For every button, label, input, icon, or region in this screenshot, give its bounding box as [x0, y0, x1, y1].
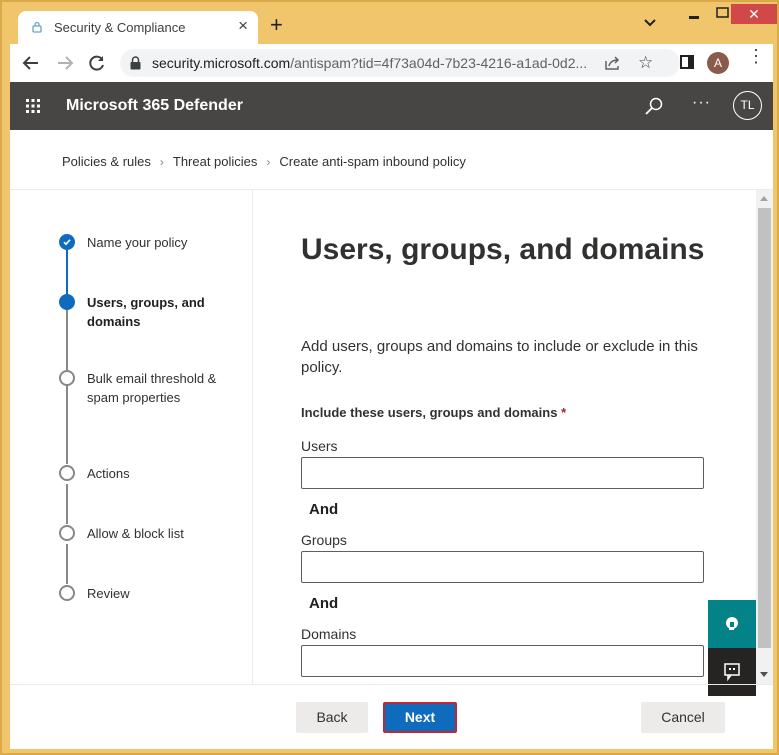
breadcrumb-policies-rules[interactable]: Policies & rules: [62, 154, 151, 169]
wizard-stepper: Name your policy Users, groups, and doma…: [10, 190, 253, 684]
next-button[interactable]: Next: [383, 702, 457, 733]
scroll-up-arrow-icon[interactable]: [760, 196, 768, 201]
step-connector: [66, 384, 68, 464]
include-section-label: Include these users, groups and domains …: [301, 405, 566, 420]
pending-step-icon: [59, 525, 75, 541]
breadcrumb-threat-policies[interactable]: Threat policies: [173, 154, 258, 169]
url-host: security.microsoft.com: [152, 55, 291, 71]
users-label: Users: [301, 438, 338, 454]
back-arrow-icon[interactable]: [22, 54, 40, 72]
back-button[interactable]: Back: [296, 702, 368, 733]
browser-tab[interactable]: Security & Compliance ×: [18, 11, 258, 44]
scroll-down-arrow-icon[interactable]: [760, 672, 768, 677]
address-bar[interactable]: security.microsoft.com/antispam?tid=4f73…: [120, 49, 680, 77]
browser-menu-icon[interactable]: ⋮: [747, 47, 765, 65]
cancel-button[interactable]: Cancel: [641, 702, 725, 733]
headset-icon: [726, 617, 738, 630]
wizard-page: Policies & rules › Threat policies › Create …: [10, 130, 773, 749]
domains-input[interactable]: [301, 645, 704, 677]
pending-step-icon: [59, 585, 75, 601]
domains-label: Domains: [301, 626, 357, 642]
page-description: Add users, groups and domains to include…: [301, 338, 698, 376]
help-support-button[interactable]: [708, 600, 756, 648]
window-close-button[interactable]: ✕: [731, 4, 777, 24]
breadcrumb-current: Create anti-spam inbound policy: [279, 154, 466, 169]
and-label: And: [309, 595, 339, 612]
browser-window: Security & Compliance × + ✕ security.mic…: [0, 0, 779, 755]
checkmark-icon: [59, 234, 75, 250]
forward-arrow-icon[interactable]: [56, 54, 74, 72]
content-scrollbar[interactable]: [756, 190, 773, 684]
step-connector: [66, 484, 68, 524]
scrollbar-thumb[interactable]: [758, 208, 771, 648]
pending-step-icon: [59, 370, 75, 386]
divider: [10, 684, 773, 685]
tab-close-button[interactable]: ×: [238, 16, 248, 36]
chevron-down-icon[interactable]: [643, 18, 657, 28]
tab-title: Security & Compliance: [54, 20, 186, 35]
search-icon[interactable]: [644, 96, 664, 116]
url-text[interactable]: security.microsoft.com/antispam?tid=4f73…: [152, 55, 587, 71]
side-panel-icon[interactable]: [680, 55, 694, 69]
current-step-icon: [59, 294, 75, 310]
lock-icon: [32, 21, 42, 33]
and-label: And: [309, 501, 339, 518]
step-label: Name your policy: [87, 235, 188, 250]
share-icon[interactable]: [604, 55, 622, 71]
step-connector: [66, 544, 68, 584]
step-label: Users, groups, and domains: [87, 295, 205, 329]
user-avatar[interactable]: TL: [733, 91, 762, 120]
app-header: Microsoft 365 Defender ··· TL: [10, 82, 773, 130]
browser-profile-avatar[interactable]: A: [707, 52, 729, 74]
step-label: Allow & block list: [87, 526, 184, 541]
chat-icon: [724, 663, 740, 682]
breadcrumb: Policies & rules › Threat policies › Create …: [62, 154, 466, 169]
required-marker: *: [561, 405, 567, 420]
url-path: /antispam?tid=4f73a04d-7b23-4216-a1ad-0d…: [290, 55, 588, 71]
users-input[interactable]: [301, 457, 704, 489]
step-connector: [66, 250, 68, 298]
feedback-chat-button[interactable]: [708, 648, 756, 696]
groups-input[interactable]: [301, 551, 704, 583]
pending-step-icon: [59, 465, 75, 481]
browser-toolbar: security.microsoft.com/antispam?tid=4f73…: [10, 44, 773, 82]
app-launcher-icon[interactable]: [26, 99, 40, 113]
step-label: Review: [87, 586, 130, 601]
reload-icon[interactable]: [88, 54, 106, 72]
groups-label: Groups: [301, 532, 347, 548]
include-label-text: Include these users, groups and domains: [301, 405, 558, 420]
step-label: Actions: [87, 466, 130, 481]
more-options-icon[interactable]: ···: [692, 94, 711, 112]
new-tab-button[interactable]: +: [270, 14, 283, 36]
minimize-button[interactable]: [685, 8, 705, 20]
app-title: Microsoft 365 Defender: [66, 97, 243, 114]
page-title: Users, groups, and domains: [301, 233, 705, 266]
bookmark-star-icon[interactable]: ☆: [638, 53, 653, 73]
breadcrumb-separator: ›: [266, 155, 271, 169]
step-connector: [66, 310, 68, 372]
step-label: Bulk email threshold & spam properties: [87, 371, 217, 405]
lock-icon: [130, 56, 141, 70]
breadcrumb-separator: ›: [159, 155, 164, 169]
